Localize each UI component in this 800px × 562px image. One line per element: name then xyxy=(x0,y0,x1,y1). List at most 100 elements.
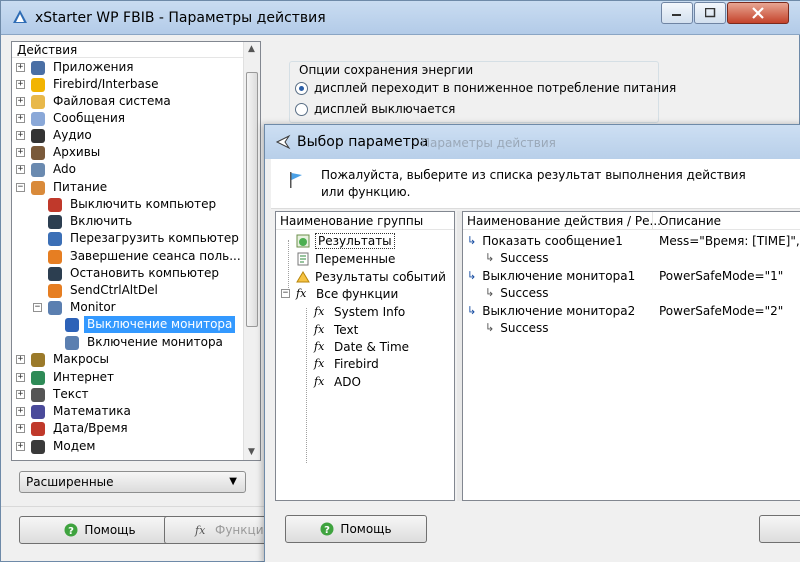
dialog-title: Выбор параметра xyxy=(297,134,429,150)
tree-item[interactable]: + Файловая система xyxy=(16,93,174,110)
tree-item[interactable]: + Текст xyxy=(16,386,92,403)
group-firebird[interactable]: fx Firebird xyxy=(314,355,379,372)
actions-list[interactable]: Наименование действия / Ре... Описание ↳… xyxy=(462,211,800,501)
help-button[interactable]: ? Помощь xyxy=(19,516,181,544)
actions-tree[interactable]: Действия + Приложения + Firebird/Interbase +… xyxy=(11,41,261,461)
column-header-description[interactable]: Описание xyxy=(659,214,721,228)
expand-icon[interactable]: + xyxy=(16,442,25,451)
tree-item[interactable]: + Макросы xyxy=(16,351,112,368)
dialog-help-button[interactable]: ? Помощь xyxy=(285,515,427,543)
expand-icon[interactable]: + xyxy=(16,63,25,72)
tree-item[interactable]: + Ado xyxy=(16,161,79,178)
group-results[interactable]: Результаты xyxy=(296,232,395,249)
group-variables[interactable]: Переменные xyxy=(296,250,395,267)
action-row[interactable]: ↳ Выключение монитора2 xyxy=(467,302,635,319)
tree-item[interactable]: + Приложения xyxy=(16,59,137,76)
collapse-icon[interactable]: − xyxy=(33,303,42,312)
group-ado[interactable]: fx ADO xyxy=(314,373,361,390)
maximize-button[interactable] xyxy=(694,2,726,24)
scroll-thumb[interactable] xyxy=(246,72,258,327)
mode-select[interactable]: Расширенные ▼ xyxy=(19,471,246,493)
radio-checked-icon[interactable] xyxy=(295,81,308,95)
tree-item[interactable]: − Monitor xyxy=(33,299,119,316)
close-icon xyxy=(752,7,764,19)
tree-item[interactable]: Завершение сеанса поль... xyxy=(33,248,244,265)
keys-icon xyxy=(48,283,62,298)
tree-item-label: Выключение монитора xyxy=(84,316,236,333)
tree-item[interactable]: + Аудио xyxy=(16,127,95,144)
group-all-functions[interactable]: − fx Все функции xyxy=(281,285,398,302)
dialog-info-text: Пожалуйста, выберите из списка результат… xyxy=(321,168,746,199)
minimize-icon xyxy=(672,14,681,16)
database-icon xyxy=(31,162,45,177)
column-header-name[interactable]: Наименование действия / Ре... xyxy=(467,214,661,228)
tree-item-label: Макросы xyxy=(53,352,109,366)
branch-arrow-icon: ↳ xyxy=(467,234,477,247)
expand-icon[interactable]: + xyxy=(16,373,25,382)
macro-icon xyxy=(31,352,45,367)
collapse-icon[interactable]: − xyxy=(281,289,290,298)
groups-tree[interactable]: Наименование группы Результаты Переменны… xyxy=(275,211,455,501)
expand-icon[interactable]: + xyxy=(16,97,25,106)
radio-unchecked-icon[interactable] xyxy=(295,102,308,116)
group-date-time[interactable]: fx Date & Time xyxy=(314,338,409,355)
column-separator[interactable] xyxy=(652,212,653,230)
dialog-titlebar: Выбор параметра Параметры действия xyxy=(265,125,800,159)
function-icon: fx xyxy=(195,523,206,537)
tree-item[interactable]: − Питание xyxy=(16,179,110,196)
tree-item-label: Перезагрузить компьютер xyxy=(70,231,239,245)
chevron-down-icon: ▼ xyxy=(229,476,237,487)
result-arrow-icon: ↳ xyxy=(485,251,495,264)
action-row[interactable]: ↳ Показать сообщение1 xyxy=(467,232,623,249)
tree-item[interactable]: Перезагрузить компьютер xyxy=(33,230,242,247)
tree-item[interactable]: + Модем xyxy=(16,438,98,455)
svg-text:?: ? xyxy=(325,525,331,536)
group-event-results[interactable]: Результаты событий xyxy=(296,268,446,285)
expand-icon[interactable]: + xyxy=(16,424,25,433)
expand-icon[interactable]: + xyxy=(16,390,25,399)
expand-icon[interactable]: + xyxy=(16,80,25,89)
scroll-down-icon[interactable]: ▼ xyxy=(248,447,255,457)
result-arrow-icon: ↳ xyxy=(485,286,495,299)
group-system-info[interactable]: fx System Info xyxy=(314,303,405,320)
collapse-icon[interactable]: − xyxy=(16,183,25,192)
action-result-row[interactable]: ↳ Success xyxy=(485,284,549,301)
tree-item-label: Интернет xyxy=(53,370,115,384)
tree-item[interactable]: Включение монитора xyxy=(50,334,226,351)
action-result-row[interactable]: ↳ Success xyxy=(485,319,549,336)
expand-icon[interactable]: + xyxy=(16,148,25,157)
monitor-on-icon xyxy=(65,335,79,350)
tree-item[interactable]: Включить xyxy=(33,213,135,230)
function-icon: fx xyxy=(314,323,325,336)
tree-item[interactable]: + Архивы xyxy=(16,144,103,161)
tree-item[interactable]: + Firebird/Interbase xyxy=(16,76,162,93)
group-text[interactable]: fx Text xyxy=(314,321,358,338)
expand-icon[interactable]: + xyxy=(16,131,25,140)
tree-item[interactable]: + Дата/Время xyxy=(16,420,131,437)
expand-icon[interactable]: + xyxy=(16,165,25,174)
action-result-row[interactable]: ↳ Success xyxy=(485,249,549,266)
energy-option-lowpower[interactable]: дисплей переходит в пониженное потреблен… xyxy=(295,81,676,95)
scroll-up-icon[interactable]: ▲ xyxy=(248,44,255,54)
tree-item[interactable]: Остановить компьютер xyxy=(33,265,222,282)
expand-icon[interactable]: + xyxy=(16,114,25,123)
tree-item[interactable]: Выключить компьютер xyxy=(33,196,219,213)
variables-icon xyxy=(297,252,309,265)
tree-item-label: Питание xyxy=(53,180,108,194)
tree-item[interactable]: + Математика xyxy=(16,403,134,420)
functions-button[interactable]: fx Функци xyxy=(164,516,274,544)
expand-icon[interactable]: + xyxy=(16,407,25,416)
tree-item[interactable]: SendCtrlAltDel xyxy=(33,282,161,299)
tree-item[interactable]: + Интернет xyxy=(16,369,117,386)
dialog-info-banner: Пожалуйста, выберите из списка результат… xyxy=(271,159,800,209)
expand-icon[interactable]: + xyxy=(16,355,25,364)
tree-scrollbar[interactable]: ▲ ▼ xyxy=(243,42,260,460)
tree-item-label: Выключить компьютер xyxy=(70,197,217,211)
close-button[interactable] xyxy=(727,2,789,24)
minimize-button[interactable] xyxy=(661,2,693,24)
tree-item[interactable]: + Сообщения xyxy=(16,110,128,127)
tree-item[interactable]: Выключение монитора xyxy=(50,316,236,333)
dialog-ok-button[interactable] xyxy=(759,515,800,543)
action-row[interactable]: ↳ Выключение монитора1 xyxy=(467,267,635,284)
energy-option-off[interactable]: дисплей выключается xyxy=(295,102,455,116)
